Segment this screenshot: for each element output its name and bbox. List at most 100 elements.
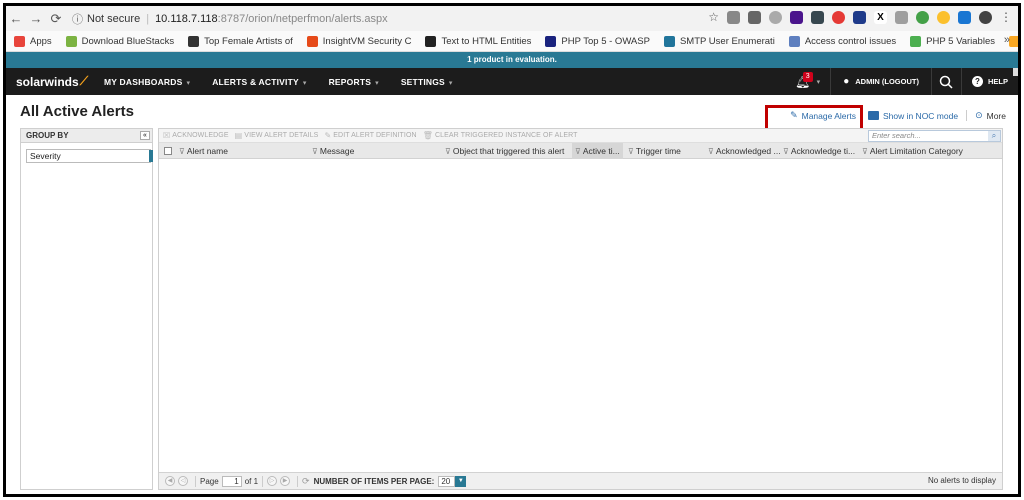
select-all-checkbox[interactable]	[164, 147, 172, 155]
help-button[interactable]: ? HELP	[960, 68, 1018, 95]
x-extension-icon[interactable]: X	[874, 10, 887, 24]
group-by-select[interactable]: Severity	[26, 149, 153, 163]
edit-alert-definition-button[interactable]: ✎ EDIT ALERT DEFINITION	[324, 131, 416, 140]
filter-icon[interactable]: ⊽	[445, 147, 451, 156]
url-separator: |	[146, 12, 150, 25]
solarwinds-logo[interactable]: solarwinds ⟋	[16, 74, 90, 89]
bookmark-item[interactable]: SMTP User Enumerati	[663, 35, 775, 47]
filter-icon[interactable]: ⊽	[575, 147, 581, 156]
bookmark-item[interactable]: PHP Top 5 - OWASP	[545, 35, 650, 47]
bookmark-label: Top Female Artists of	[204, 35, 293, 47]
more-label: More	[986, 110, 1006, 121]
group-by-panel: GROUP BY « Severity	[20, 128, 153, 490]
next-page-button[interactable]: ▷	[267, 476, 278, 486]
extension-icon[interactable]	[727, 10, 740, 24]
extension-icon[interactable]	[916, 10, 929, 24]
notifications-button[interactable]: 🔔︎ 3	[789, 71, 817, 89]
filter-icon[interactable]: ⊽	[862, 147, 868, 156]
column-object-triggered[interactable]: ⊽ Object that triggered this alert	[445, 143, 564, 159]
column-acknowledged[interactable]: ⊽ Acknowledged ...	[708, 143, 781, 159]
more-menu[interactable]: ⊙ More	[966, 110, 1010, 121]
extension-icon[interactable]	[937, 10, 950, 24]
collapse-panel-button[interactable]: «	[140, 131, 150, 140]
chevron-down-icon[interactable]: ▼	[455, 475, 467, 487]
forward-arrow-icon[interactable]: →	[26, 11, 46, 26]
grid-column-header: ⊽ Alert name ⊽ Message ⊽ Object that trigge…	[159, 143, 1002, 159]
filter-icon[interactable]: ⊽	[783, 147, 789, 156]
column-acknowledge-time[interactable]: ⊽ Acknowledge ti...	[783, 143, 855, 159]
acknowledge-button[interactable]: ☒ ACKNOWLEDGE	[163, 131, 229, 140]
column-alert-limitation-category[interactable]: ⊽ Alert Limitation Category	[862, 143, 963, 159]
bookmark-label: SMTP User Enumerati	[679, 35, 775, 47]
clear-triggered-button[interactable]: 🗑︎ CLEAR TRIGGERED INSTANCE OF ALERT	[423, 131, 578, 140]
bookmark-favicon-icon	[788, 35, 800, 47]
extension-icon[interactable]	[811, 10, 824, 24]
bookmark-item[interactable]: Access control issues	[788, 35, 897, 47]
caret-down-icon: ▾	[448, 79, 453, 87]
last-page-button[interactable]: ▶	[280, 476, 291, 486]
column-active-time[interactable]: ⊽ Active ti...	[572, 143, 623, 159]
bookmark-apps[interactable]: Apps	[14, 35, 52, 47]
back-arrow-icon[interactable]: ←	[6, 11, 26, 26]
extension-icon[interactable]	[769, 10, 782, 24]
info-icon[interactable]: ⓘ	[72, 11, 83, 27]
star-icon[interactable]: ☆	[708, 10, 719, 24]
bookmark-item[interactable]: PHP 5 Variables	[910, 35, 995, 47]
bookmark-item[interactable]: Order food online fr	[1008, 35, 1018, 47]
reload-icon[interactable]: ⟳	[46, 11, 66, 27]
column-label: Alert Limitation Category	[869, 146, 963, 156]
filter-icon[interactable]: ⊽	[312, 147, 318, 156]
evaluation-banner[interactable]: 1 product in evaluation.	[6, 52, 1018, 68]
bookmark-item[interactable]: Download BlueStacks	[65, 35, 174, 47]
extension-icon[interactable]	[748, 10, 761, 24]
bookmark-item[interactable]: Top Female Artists of	[188, 35, 293, 47]
view-alert-details-button[interactable]: ▤ VIEW ALERT DETAILS	[235, 131, 319, 140]
menu-my-dashboards[interactable]: MY DASHBOARDS ▾	[104, 77, 190, 87]
security-label: Not secure	[87, 12, 141, 25]
acknowledge-icon: ☒	[163, 131, 171, 140]
bookmark-favicon-icon	[663, 35, 675, 47]
extension-icon[interactable]	[790, 10, 803, 24]
bookmark-favicon-icon	[188, 35, 200, 47]
refresh-icon[interactable]: ⟳	[302, 476, 310, 487]
prev-page-button[interactable]: ◁	[178, 476, 188, 486]
bookmark-favicon-icon	[65, 35, 77, 47]
items-per-page-select[interactable]: 20	[438, 475, 456, 487]
bookmark-favicon-icon	[425, 35, 437, 47]
extension-icon[interactable]	[895, 10, 908, 24]
column-message[interactable]: ⊽ Message	[312, 143, 354, 159]
address-bar[interactable]: ⓘ Not secure | 10.118.7.118:8787/orion/n…	[72, 9, 742, 28]
profile-avatar-icon[interactable]	[979, 10, 992, 24]
menu-dots-icon[interactable]: ⋮	[1000, 10, 1012, 24]
search-button[interactable]	[930, 68, 961, 95]
pager-divider	[297, 475, 299, 487]
bookmark-item[interactable]: InsightVM Security C	[306, 35, 411, 47]
menu-alerts-activity[interactable]: ALERTS & ACTIVITY ▾	[212, 77, 306, 87]
bookmark-item[interactable]: Text to HTML Entities	[425, 35, 531, 47]
extension-icons: ☆ X ⋮	[708, 10, 1012, 24]
column-trigger-time[interactable]: ⊽ Trigger time	[628, 143, 681, 159]
page-scrollbar[interactable]	[1013, 68, 1018, 76]
filter-icon[interactable]: ⊽	[179, 147, 185, 156]
grid-pager: ◀ ◁ Page 1 of 1 ▷ ▶ ⟳ NUMBER OF ITEMS PE…	[159, 472, 1002, 489]
search-icon[interactable]: ⌕	[988, 131, 1000, 141]
grid-search-input[interactable]: Enter search... ⌕	[868, 130, 1001, 142]
noc-mode-link[interactable]: Show in NOC mode	[864, 111, 962, 121]
caret-down-icon[interactable]: ▾	[817, 78, 821, 86]
menu-reports[interactable]: REPORTS ▾	[329, 77, 379, 87]
caret-down-icon: ▾	[186, 79, 191, 87]
extension-icon[interactable]	[832, 10, 845, 24]
filter-icon[interactable]: ⊽	[628, 147, 634, 156]
filter-icon[interactable]: ⊽	[708, 147, 714, 156]
column-alert-name[interactable]: ⊽ Alert name	[179, 143, 228, 159]
pager-divider	[195, 475, 196, 487]
extension-icon[interactable]	[958, 10, 971, 24]
bookmark-label: Access control issues	[804, 35, 897, 47]
first-page-button[interactable]: ◀	[165, 476, 175, 486]
page-number-input[interactable]: 1	[221, 475, 242, 487]
admin-logout-link[interactable]: ● ADMIN (LOGOUT)	[830, 68, 931, 95]
bookmarks-overflow-icon[interactable]: »	[1004, 34, 1010, 46]
extension-icon[interactable]	[853, 10, 866, 24]
menu-settings[interactable]: SETTINGS ▾	[401, 77, 453, 87]
chevron-circle-icon: ⊙	[975, 110, 983, 120]
